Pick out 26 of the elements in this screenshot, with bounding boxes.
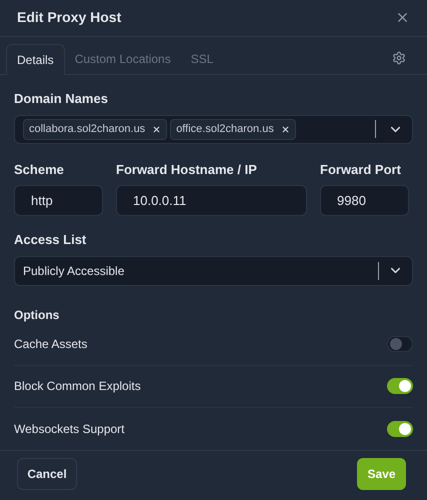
remove-icon[interactable] [152,124,162,134]
tab[interactable]: Details [6,44,65,76]
access-list-select[interactable]: Publicly Accessible [14,256,413,286]
toggle-switch[interactable] [387,420,413,437]
field-label: Access List [14,231,88,250]
port-field[interactable]: 9980 [320,185,409,216]
toggle-switch[interactable] [387,378,413,394]
option-label: Cache Assets [14,336,88,354]
toggle-switch[interactable] [387,336,413,352]
field-label: Domain Names [14,90,109,108]
field-label: Forward Hostname / IP [116,160,258,179]
hostname-field[interactable]: 10.0.0.11 [116,185,307,216]
option-label: Websockets Support [14,420,125,438]
domain-tag: collabora.sol2charon.us [23,118,168,140]
section-title: Options [14,306,60,324]
cancel-button[interactable]: Cancel [17,458,77,490]
field-label: Forward Port [320,160,402,179]
remove-icon[interactable] [280,124,290,134]
domain-select[interactable]: collabora.sol2charon.us office.sol2charon.us [14,114,413,144]
field-label: Scheme [14,160,65,179]
domain-tag: office.sol2charon.us [170,118,296,140]
dialog-title: Edit Proxy Host [17,8,122,28]
settings-icon[interactable] [392,51,406,66]
option-label: Block Common Exploits [14,378,141,396]
scheme-field[interactable]: http [14,185,103,216]
select-value: Publicly Accessible [23,262,126,280]
